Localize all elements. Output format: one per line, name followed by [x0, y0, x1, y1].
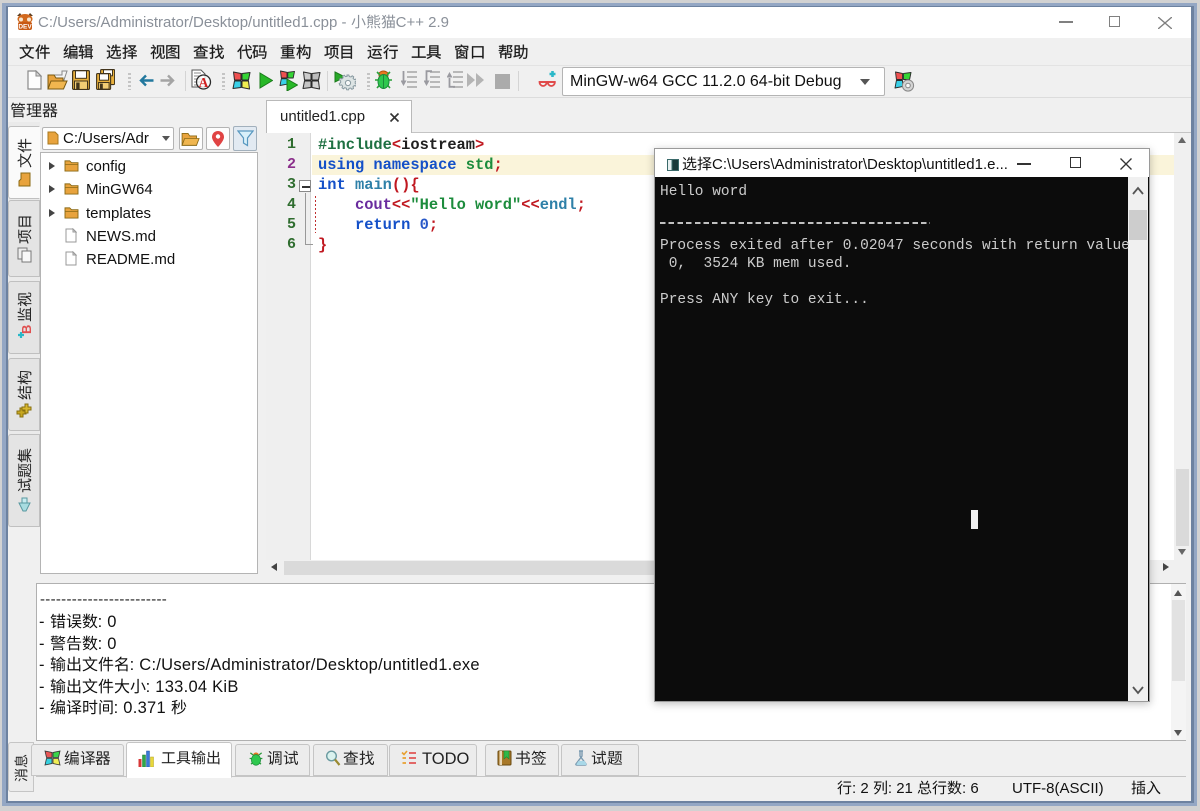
svg-text:DEV: DEV	[18, 24, 32, 31]
svg-text:B: B	[19, 326, 32, 335]
svg-text:A: A	[199, 75, 209, 90]
